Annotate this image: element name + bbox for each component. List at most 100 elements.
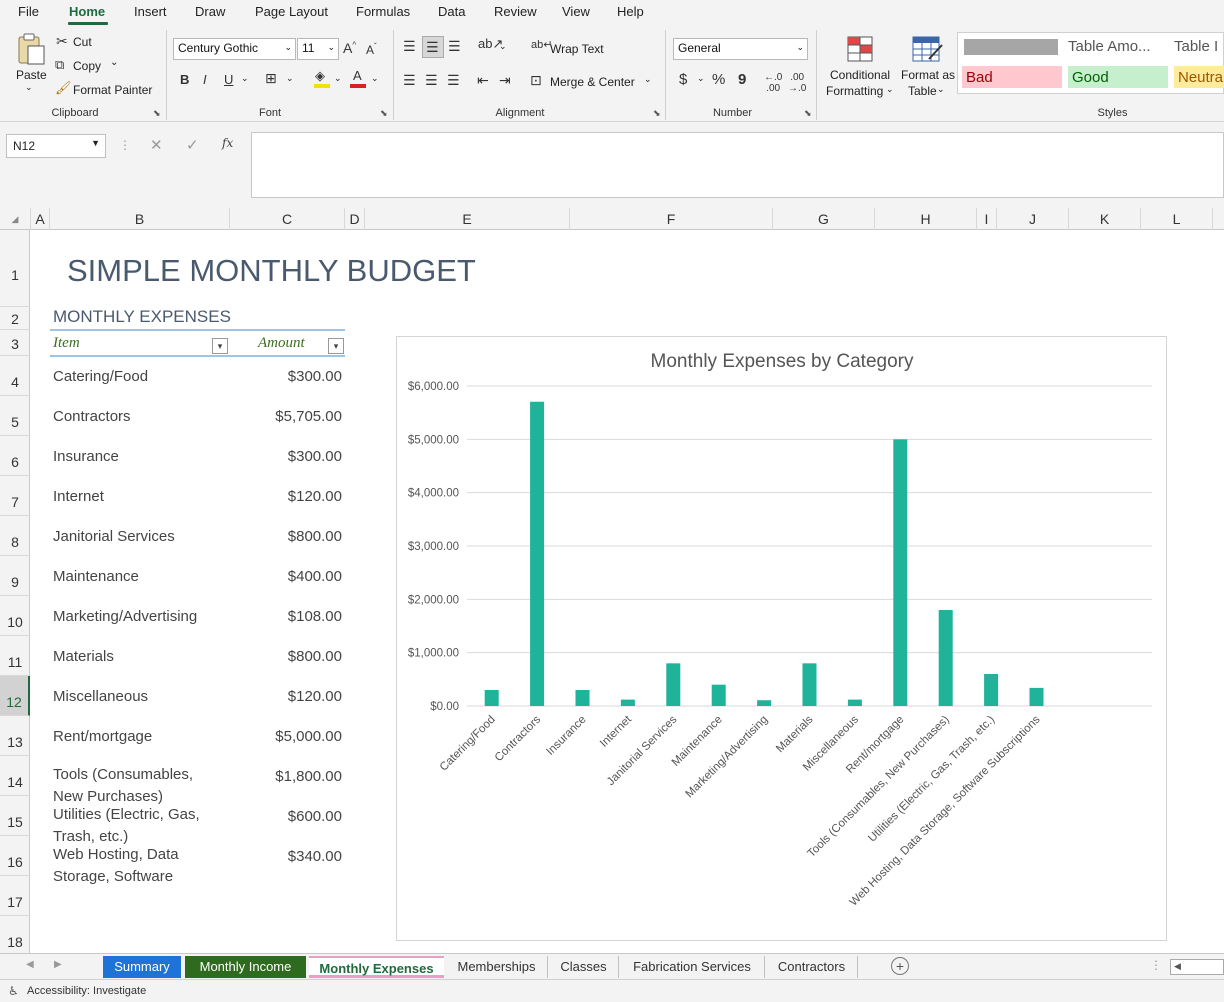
align-top-icon[interactable]: ☰ [403,38,416,55]
fill-color-button[interactable]: ◈ [314,68,330,88]
style-neutral[interactable]: Neutra [1174,66,1224,88]
align-right-icon[interactable]: ☰ [447,72,460,89]
underline-button[interactable]: U [224,72,233,87]
menu-view[interactable]: View [562,4,590,19]
merge-center-button[interactable]: Merge & Center [550,75,635,89]
row-header[interactable]: 13 [0,716,30,756]
menu-insert[interactable]: Insert [134,4,167,19]
row-header[interactable]: 6 [0,436,30,476]
borders-dropdown-icon[interactable]: ⌄ [286,73,294,84]
style-table-amount[interactable]: Table Amo... [1064,35,1168,58]
row-header[interactable]: 17 [0,876,30,916]
row-header[interactable]: 16 [0,836,30,876]
column-header[interactable]: I [977,208,997,230]
column-header[interactable]: D [345,208,365,230]
menu-home[interactable]: Home [69,4,105,19]
column-header[interactable]: J [997,208,1069,230]
add-sheet-icon[interactable]: + [891,957,909,975]
format-painter-button[interactable]: Format Painter [73,83,152,97]
accessibility-status[interactable]: Accessibility: Investigate [27,985,146,997]
font-color-dropdown-icon[interactable]: ⌄ [371,73,379,84]
style-table[interactable]: Table I [1170,35,1224,58]
format-as-table-label2[interactable]: Table [908,84,937,98]
font-family-select[interactable]: Century Gothic ⌄ [173,38,296,60]
font-color-button[interactable]: A [350,68,366,88]
row-header[interactable]: 15 [0,796,30,836]
confirm-formula-icon[interactable]: ✓ [186,136,199,154]
currency-dropdown-icon[interactable]: ⌄ [697,73,705,84]
column-header[interactable]: C [230,208,345,230]
copy-button[interactable]: Copy [73,59,101,73]
increase-indent-icon[interactable]: ⇥ [499,72,511,89]
insert-function-icon[interactable]: fx [222,136,233,150]
row-header[interactable]: 18 [0,916,30,954]
select-all-corner[interactable]: ◢ [0,208,31,230]
style-good[interactable]: Good [1068,66,1168,88]
scroll-left-icon[interactable]: ◀ [1174,961,1181,972]
conditional-formatting-label[interactable]: Conditional [830,68,890,82]
row-header[interactable]: 4 [0,356,30,396]
cancel-formula-icon[interactable]: ✕ [150,136,163,154]
tab-monthly-expenses[interactable]: Monthly Expenses [309,956,444,978]
column-header[interactable]: K [1069,208,1141,230]
row-header[interactable]: 7 [0,476,30,516]
accessibility-icon[interactable]: ♿ [8,984,19,998]
font-launcher-icon[interactable]: ⬊ [380,108,388,119]
row-header[interactable]: 11 [0,636,30,676]
borders-icon[interactable]: ⊞ [265,70,277,87]
style-heading-gray[interactable] [964,39,1058,55]
scroll-tabs-left-icon[interactable]: ◀ [26,959,34,970]
row-header[interactable]: 1 [0,230,30,307]
menu-draw[interactable]: Draw [195,4,225,19]
menu-file[interactable]: File [18,4,39,19]
font-size-select[interactable]: 11 ⌄ [297,38,339,60]
paste-dropdown-icon[interactable]: ⌄ [25,82,33,93]
align-bottom-icon[interactable]: ☰ [448,38,461,55]
menu-data[interactable]: Data [438,4,465,19]
menu-formulas[interactable]: Formulas [356,4,410,19]
tab-fabrication-services[interactable]: Fabrication Services [620,956,765,978]
menu-page-layout[interactable]: Page Layout [255,4,328,19]
copy-dropdown-icon[interactable]: ⌄ [110,57,118,68]
row-header[interactable]: 2 [0,307,30,330]
menu-help[interactable]: Help [617,4,644,19]
bold-button[interactable]: B [180,72,189,87]
row-header[interactable]: 10 [0,596,30,636]
comma-style-button[interactable]: 9 [738,71,746,88]
conditional-formatting-icon[interactable] [844,35,878,65]
orientation-dropdown-icon[interactable]: ⌄ [499,41,507,52]
style-bad[interactable]: Bad [962,66,1062,88]
conditional-dropdown-icon[interactable]: ⌄ [886,84,894,95]
column-header[interactable]: L [1141,208,1213,230]
row-header[interactable]: 5 [0,396,30,436]
align-middle-button[interactable]: ☰ [422,36,444,58]
name-box[interactable]: N12 ▼ [6,134,106,158]
menu-review[interactable]: Review [494,4,537,19]
row-header[interactable]: 8 [0,516,30,556]
column-header[interactable]: G [773,208,875,230]
number-format-select[interactable]: General ⌄ [673,38,808,60]
wrap-text-button[interactable]: Wrap Text [550,42,604,56]
column-header[interactable]: H [875,208,977,230]
format-as-table-icon[interactable] [911,35,945,65]
horizontal-scrollbar[interactable]: ◀ [1170,959,1224,975]
fill-color-dropdown-icon[interactable]: ⌄ [334,73,342,84]
expense-chart[interactable]: Monthly Expenses by Category $0.00 $1,000.… [396,336,1167,941]
amount-filter-button[interactable]: ▾ [328,338,344,354]
format-table-dropdown-icon[interactable]: ⌄ [937,84,945,95]
tab-memberships[interactable]: Memberships [446,956,548,978]
paste-button[interactable] [16,32,46,66]
row-header[interactable]: 14 [0,756,30,796]
tab-contractors[interactable]: Contractors [766,956,858,978]
column-header[interactable]: E [365,208,570,230]
clipboard-launcher-icon[interactable]: ⬊ [153,108,161,119]
tab-summary[interactable]: Summary [103,956,181,978]
tab-classes[interactable]: Classes [549,956,619,978]
column-header[interactable]: F [570,208,773,230]
merge-dropdown-icon[interactable]: ⌄ [644,74,652,85]
increase-decimal-icon[interactable]: ←.0.00 [764,72,782,94]
conditional-formatting-label2[interactable]: Formatting [826,84,883,98]
increase-font-icon[interactable]: A^ [343,40,356,56]
column-header[interactable]: B [50,208,230,230]
alignment-launcher-icon[interactable]: ⬊ [653,108,661,119]
